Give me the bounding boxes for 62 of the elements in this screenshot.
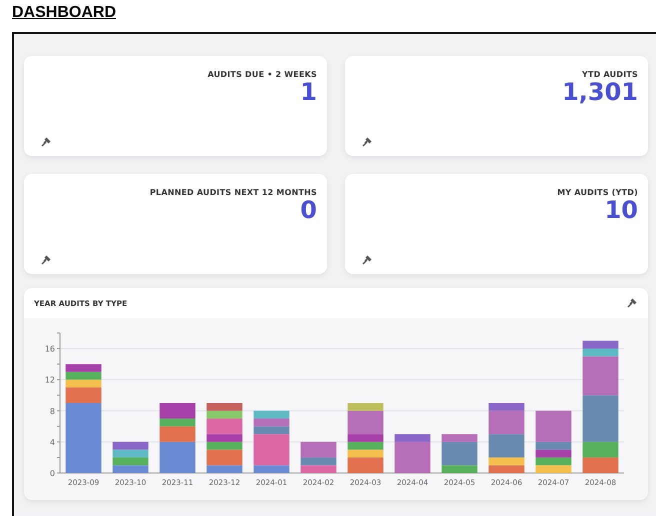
bar-segment[interactable] xyxy=(488,434,524,458)
bar-segment[interactable] xyxy=(160,418,196,426)
card-value: 10 xyxy=(604,197,638,224)
card-label: PLANNED AUDITS NEXT 12 MONTHS xyxy=(150,188,317,197)
card-label: YTD AUDITS xyxy=(582,70,638,79)
bar-segment[interactable] xyxy=(300,442,336,458)
bar-segment[interactable] xyxy=(206,434,242,442)
bar-segment[interactable] xyxy=(206,418,242,434)
bar-segment[interactable] xyxy=(582,348,618,356)
y-tick-label: 4 xyxy=(50,438,55,447)
bar-segment[interactable] xyxy=(160,442,196,473)
bar-segment[interactable] xyxy=(488,410,524,434)
bar-segment[interactable] xyxy=(582,442,618,458)
bar-segment[interactable] xyxy=(112,450,148,458)
bar-segment[interactable] xyxy=(66,364,102,372)
bar-segment[interactable] xyxy=(442,465,478,473)
bar-segment[interactable] xyxy=(582,356,618,396)
bar-segment[interactable] xyxy=(348,410,384,434)
bar-segment[interactable] xyxy=(348,403,384,411)
card-value: 1 xyxy=(300,79,317,106)
y-tick-label: 0 xyxy=(50,469,55,478)
pin-icon[interactable] xyxy=(361,254,373,266)
y-tick-label: 8 xyxy=(50,406,55,416)
bar-segment[interactable] xyxy=(442,442,478,466)
bar-segment[interactable] xyxy=(488,403,524,411)
bar-segment[interactable] xyxy=(536,465,572,473)
bar-segment[interactable] xyxy=(394,434,430,442)
bar-segment[interactable] xyxy=(66,403,102,473)
bar-segment[interactable] xyxy=(348,457,384,473)
bar-segment[interactable] xyxy=(300,465,336,473)
bar-segment[interactable] xyxy=(582,457,618,473)
bar-segment[interactable] xyxy=(160,426,196,442)
bar-segment[interactable] xyxy=(254,465,290,473)
bar-segment[interactable] xyxy=(348,450,384,458)
pin-icon[interactable] xyxy=(361,136,373,148)
bar-segment[interactable] xyxy=(254,418,290,426)
bar-segment[interactable] xyxy=(206,465,242,473)
bar-segment[interactable] xyxy=(66,387,102,403)
bar-segment[interactable] xyxy=(536,450,572,458)
bar-segment[interactable] xyxy=(394,442,430,473)
bar-segment[interactable] xyxy=(112,465,148,473)
card-value: 0 xyxy=(300,197,317,224)
bar-segment[interactable] xyxy=(66,380,102,388)
bar-segment[interactable] xyxy=(206,450,242,466)
bar-segment[interactable] xyxy=(348,434,384,442)
pin-icon[interactable] xyxy=(40,136,52,148)
pin-icon[interactable] xyxy=(626,297,638,309)
y-tick-label: 12 xyxy=(44,376,55,385)
bar-segment[interactable] xyxy=(488,465,524,473)
bar-segment[interactable] xyxy=(582,340,618,349)
page-title: DASHBOARD xyxy=(12,4,116,22)
bar-segment[interactable] xyxy=(206,403,242,411)
bar-segment[interactable] xyxy=(442,434,478,442)
y-tick-label: 16 xyxy=(44,344,55,354)
card-label: AUDITS DUE • 2 WEEKS xyxy=(208,70,317,79)
card-label: MY AUDITS (YTD) xyxy=(557,188,638,197)
bar-segment[interactable] xyxy=(254,434,290,466)
bar-segment[interactable] xyxy=(160,403,196,419)
pin-icon[interactable] xyxy=(40,254,52,266)
bar-segment[interactable] xyxy=(582,395,618,442)
card-value: 1,301 xyxy=(562,79,638,106)
bar-segment[interactable] xyxy=(536,410,572,442)
